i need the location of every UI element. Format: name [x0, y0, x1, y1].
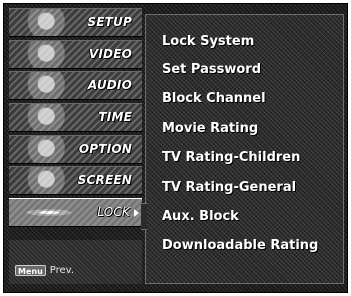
tab-option[interactable]: OPTION [9, 135, 142, 164]
menu-key-icon: Menu [15, 265, 46, 276]
panel-connector [141, 203, 147, 230]
option-tv-rating-children[interactable]: TV Rating-Children [162, 147, 300, 169]
option-movie-rating[interactable]: Movie Rating [162, 118, 258, 140]
tab-lock[interactable]: LOCK [9, 198, 142, 227]
tab-label: AUDIO [87, 78, 132, 92]
option-aux-block[interactable]: Aux. Block [162, 206, 239, 228]
tab-label: VIDEO [88, 47, 132, 61]
tab-label: LOCK [97, 205, 130, 219]
lock-options-panel: Lock System Set Password Block Channel M… [141, 14, 344, 284]
menu-tab-column: SETUP VIDEO AUDIO TIME OPTION SCREEN LOC… [9, 8, 142, 284]
option-tv-rating-general[interactable]: TV Rating-General [162, 177, 296, 199]
tab-video[interactable]: VIDEO [9, 40, 142, 69]
tab-label: OPTION [78, 142, 132, 156]
option-lock-system[interactable]: Lock System [162, 31, 254, 53]
prev-hint: Menu Prev. [15, 265, 74, 276]
tab-setup[interactable]: SETUP [9, 8, 142, 37]
option-downloadable-rating[interactable]: Downloadable Rating [162, 235, 318, 257]
tab-time[interactable]: TIME [9, 103, 142, 132]
tab-screen[interactable]: SCREEN [9, 166, 142, 195]
osd-menu: SETUP VIDEO AUDIO TIME OPTION SCREEN LOC… [3, 3, 348, 293]
tab-audio[interactable]: AUDIO [9, 71, 142, 100]
prev-label: Prev. [49, 265, 74, 276]
option-block-channel[interactable]: Block Channel [162, 88, 266, 110]
tab-label: SETUP [87, 15, 132, 29]
sidebar-footer: Menu Prev. [9, 240, 142, 284]
tab-label: SCREEN [77, 173, 132, 187]
option-set-password[interactable]: Set Password [162, 59, 261, 81]
tab-label: TIME [98, 110, 132, 124]
chevron-right-icon [134, 209, 139, 217]
